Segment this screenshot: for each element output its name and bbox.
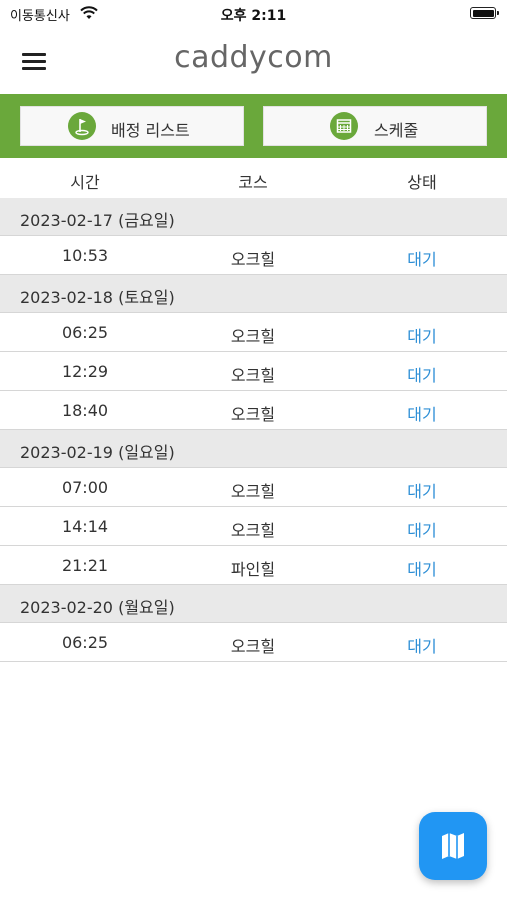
action-bar: 배정 리스트 스케줄 xyxy=(0,94,507,158)
date-label: 2023-02-17 (금요일) xyxy=(20,211,175,230)
row-status: 대기 xyxy=(407,637,437,656)
battery-icon xyxy=(470,7,499,19)
row-status: 대기 xyxy=(407,521,437,540)
row-status: 대기 xyxy=(407,366,437,385)
schedule-label: 스케줄 xyxy=(374,121,419,140)
row-course: 오크힐 xyxy=(230,637,276,656)
row-time: 21:21 xyxy=(61,556,109,575)
schedule-row[interactable]: 18:40 오크힐 대기 xyxy=(0,391,507,430)
assignment-list-label: 배정 리스트 xyxy=(111,121,190,140)
schedule-list: 2023-02-17 (금요일) 10:53 오크힐 대기 2023-02-18… xyxy=(0,198,507,662)
row-time: 10:53 xyxy=(61,246,109,265)
schedule-row[interactable]: 12:29 오크힐 대기 xyxy=(0,352,507,391)
row-course: 오크힐 xyxy=(230,327,276,346)
row-course: 오크힐 xyxy=(230,366,276,385)
column-header-row: 시간 코스 상태 xyxy=(0,158,507,198)
schedule-button[interactable]: 스케줄 xyxy=(263,106,487,146)
row-status: 대기 xyxy=(407,250,437,269)
schedule-row[interactable]: 06:25 오크힐 대기 xyxy=(0,623,507,662)
golf-flag-icon xyxy=(68,112,96,140)
row-status: 대기 xyxy=(407,482,437,501)
column-header-time: 시간 xyxy=(70,173,100,192)
assignment-list-button[interactable]: 배정 리스트 xyxy=(20,106,244,146)
schedule-row[interactable]: 14:14 오크힐 대기 xyxy=(0,507,507,546)
date-label: 2023-02-18 (토요일) xyxy=(20,288,175,307)
date-label: 2023-02-19 (일요일) xyxy=(20,443,175,462)
column-header-status: 상태 xyxy=(407,173,437,192)
row-status: 대기 xyxy=(407,560,437,579)
app-logo: caddycom xyxy=(174,40,333,75)
status-bar: 이동통신사 오후 2:11 xyxy=(0,0,507,28)
map-fab-button[interactable] xyxy=(419,812,487,880)
date-group-header: 2023-02-18 (토요일) xyxy=(0,275,507,313)
row-time: 14:14 xyxy=(61,517,109,536)
date-group-header: 2023-02-20 (월요일) xyxy=(0,585,507,623)
date-label: 2023-02-20 (월요일) xyxy=(20,598,175,617)
schedule-row[interactable]: 07:00 오크힐 대기 xyxy=(0,468,507,507)
row-time: 07:00 xyxy=(61,478,109,497)
schedule-row[interactable]: 21:21 파인힐 대기 xyxy=(0,546,507,585)
schedule-row[interactable]: 06:25 오크힐 대기 xyxy=(0,313,507,352)
row-time: 12:29 xyxy=(61,362,109,381)
map-icon xyxy=(442,833,464,859)
date-group-header: 2023-02-19 (일요일) xyxy=(0,430,507,468)
calendar-icon xyxy=(330,112,358,140)
nav-bar: caddycom xyxy=(0,28,507,94)
row-course: 오크힐 xyxy=(230,405,276,424)
row-time: 06:25 xyxy=(61,633,109,652)
row-time: 18:40 xyxy=(61,401,109,420)
row-status: 대기 xyxy=(407,405,437,424)
row-course: 오크힐 xyxy=(230,521,276,540)
schedule-row[interactable]: 10:53 오크힐 대기 xyxy=(0,236,507,275)
row-course: 오크힐 xyxy=(230,482,276,501)
clock: 오후 2:11 xyxy=(220,8,287,24)
row-status: 대기 xyxy=(407,327,437,346)
date-group-header: 2023-02-17 (금요일) xyxy=(0,198,507,236)
row-time: 06:25 xyxy=(61,323,109,342)
column-header-course: 코스 xyxy=(238,173,268,192)
row-course: 파인힐 xyxy=(230,560,276,579)
row-course: 오크힐 xyxy=(230,250,276,269)
